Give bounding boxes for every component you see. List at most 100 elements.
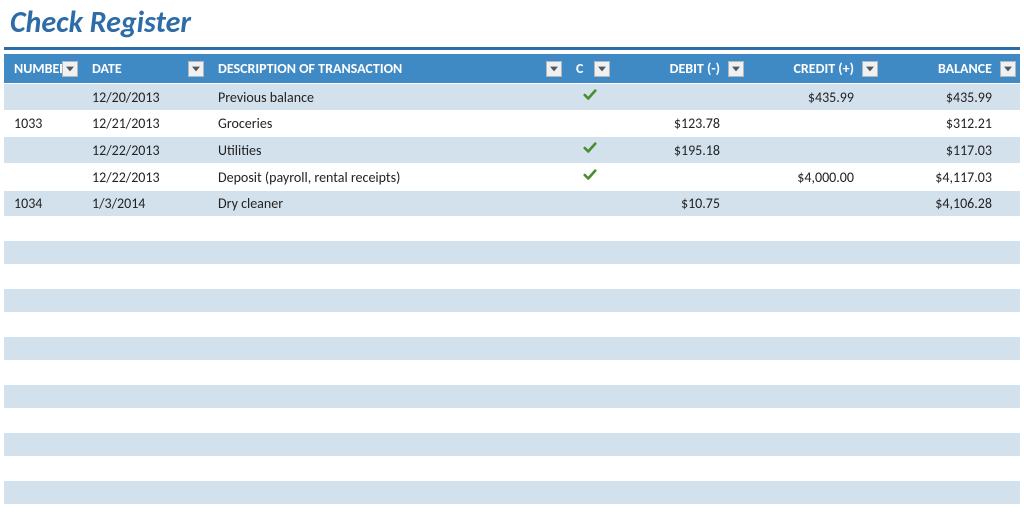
cell-cleared[interactable] — [566, 111, 614, 137]
cell-date[interactable] — [82, 481, 208, 505]
cell-debit[interactable] — [614, 217, 748, 241]
cell-date[interactable] — [82, 409, 208, 433]
cell-number[interactable] — [4, 337, 82, 361]
cell-balance[interactable]: $117.03 — [882, 137, 1020, 164]
filter-description-button[interactable] — [546, 61, 562, 77]
cell-number[interactable] — [4, 289, 82, 313]
table-row[interactable] — [4, 481, 1020, 505]
col-description[interactable]: DESCRIPTION OF TRANSACTION — [208, 54, 566, 84]
col-number[interactable]: NUMBER — [4, 54, 82, 84]
cell-balance[interactable]: $4,106.28 — [882, 191, 1020, 217]
cell-number[interactable] — [4, 505, 82, 516]
cell-date[interactable] — [82, 313, 208, 337]
cell-cleared[interactable] — [566, 505, 614, 516]
cell-description[interactable]: Deposit (payroll, rental receipts) — [208, 164, 566, 191]
cell-date[interactable] — [82, 337, 208, 361]
filter-date-button[interactable] — [188, 61, 204, 77]
cell-cleared[interactable] — [566, 313, 614, 337]
cell-credit[interactable] — [748, 313, 882, 337]
cell-cleared[interactable] — [566, 289, 614, 313]
cell-balance[interactable] — [882, 505, 1020, 516]
table-row[interactable] — [4, 241, 1020, 265]
cell-date[interactable] — [82, 265, 208, 289]
cell-debit[interactable] — [614, 337, 748, 361]
cell-debit[interactable] — [614, 481, 748, 505]
cell-balance[interactable] — [882, 337, 1020, 361]
filter-credit-button[interactable] — [862, 61, 878, 77]
table-row[interactable] — [4, 337, 1020, 361]
cell-balance[interactable] — [882, 217, 1020, 241]
cell-balance[interactable] — [882, 433, 1020, 457]
cell-debit[interactable] — [614, 241, 748, 265]
cell-date[interactable]: 12/21/2013 — [82, 111, 208, 137]
cell-credit[interactable] — [748, 337, 882, 361]
cell-cleared[interactable] — [566, 265, 614, 289]
col-date[interactable]: DATE — [82, 54, 208, 84]
cell-balance[interactable] — [882, 361, 1020, 385]
cell-credit[interactable] — [748, 137, 882, 164]
cell-date[interactable]: 12/22/2013 — [82, 137, 208, 164]
cell-cleared[interactable] — [566, 457, 614, 481]
cell-description[interactable] — [208, 505, 566, 516]
cell-debit[interactable] — [614, 505, 748, 516]
filter-debit-button[interactable] — [728, 61, 744, 77]
cell-number[interactable]: 1033 — [4, 111, 82, 137]
cell-debit[interactable] — [614, 385, 748, 409]
cell-credit[interactable] — [748, 433, 882, 457]
cell-balance[interactable] — [882, 265, 1020, 289]
cell-cleared[interactable] — [566, 385, 614, 409]
cell-date[interactable] — [82, 505, 208, 516]
cell-debit[interactable]: $195.18 — [614, 137, 748, 164]
cell-credit[interactable] — [748, 191, 882, 217]
cell-description[interactable]: Utilities — [208, 137, 566, 164]
cell-description[interactable] — [208, 265, 566, 289]
cell-description[interactable] — [208, 361, 566, 385]
cell-description[interactable] — [208, 385, 566, 409]
cell-cleared[interactable] — [566, 217, 614, 241]
cell-number[interactable] — [4, 385, 82, 409]
cell-number[interactable] — [4, 84, 82, 111]
cell-date[interactable] — [82, 457, 208, 481]
cell-balance[interactable]: $435.99 — [882, 84, 1020, 111]
cell-balance[interactable] — [882, 385, 1020, 409]
cell-balance[interactable]: $4,117.03 — [882, 164, 1020, 191]
cell-credit[interactable] — [748, 505, 882, 516]
cell-number[interactable] — [4, 164, 82, 191]
table-row[interactable] — [4, 265, 1020, 289]
table-row[interactable] — [4, 217, 1020, 241]
cell-cleared[interactable] — [566, 337, 614, 361]
cell-description[interactable]: Previous balance — [208, 84, 566, 111]
cell-balance[interactable] — [882, 409, 1020, 433]
cell-date[interactable]: 12/20/2013 — [82, 84, 208, 111]
table-row[interactable] — [4, 313, 1020, 337]
cell-debit[interactable] — [614, 433, 748, 457]
cell-credit[interactable] — [748, 385, 882, 409]
cell-number[interactable] — [4, 409, 82, 433]
cell-balance[interactable] — [882, 313, 1020, 337]
cell-description[interactable] — [208, 457, 566, 481]
cell-date[interactable] — [82, 289, 208, 313]
cell-debit[interactable] — [614, 164, 748, 191]
cell-description[interactable] — [208, 409, 566, 433]
cell-debit[interactable] — [614, 289, 748, 313]
table-row[interactable]: 12/22/2013Utilities $195.18 $117.03 — [4, 137, 1020, 164]
cell-credit[interactable] — [748, 481, 882, 505]
table-row[interactable] — [4, 289, 1020, 313]
cell-credit[interactable] — [748, 289, 882, 313]
cell-description[interactable]: Dry cleaner — [208, 191, 566, 217]
cell-description[interactable]: Groceries — [208, 111, 566, 137]
cell-balance[interactable] — [882, 457, 1020, 481]
cell-date[interactable] — [82, 217, 208, 241]
table-row[interactable]: 10341/3/2014Dry cleaner$10.75$4,106.28 — [4, 191, 1020, 217]
filter-balance-button[interactable] — [1000, 61, 1016, 77]
cell-credit[interactable] — [748, 241, 882, 265]
cell-debit[interactable] — [614, 361, 748, 385]
col-debit[interactable]: DEBIT (-) — [614, 54, 748, 84]
cell-number[interactable] — [4, 433, 82, 457]
cell-number[interactable] — [4, 265, 82, 289]
cell-credit[interactable] — [748, 265, 882, 289]
table-row[interactable] — [4, 385, 1020, 409]
cell-credit[interactable] — [748, 111, 882, 137]
cell-credit[interactable] — [748, 409, 882, 433]
cell-date[interactable] — [82, 361, 208, 385]
